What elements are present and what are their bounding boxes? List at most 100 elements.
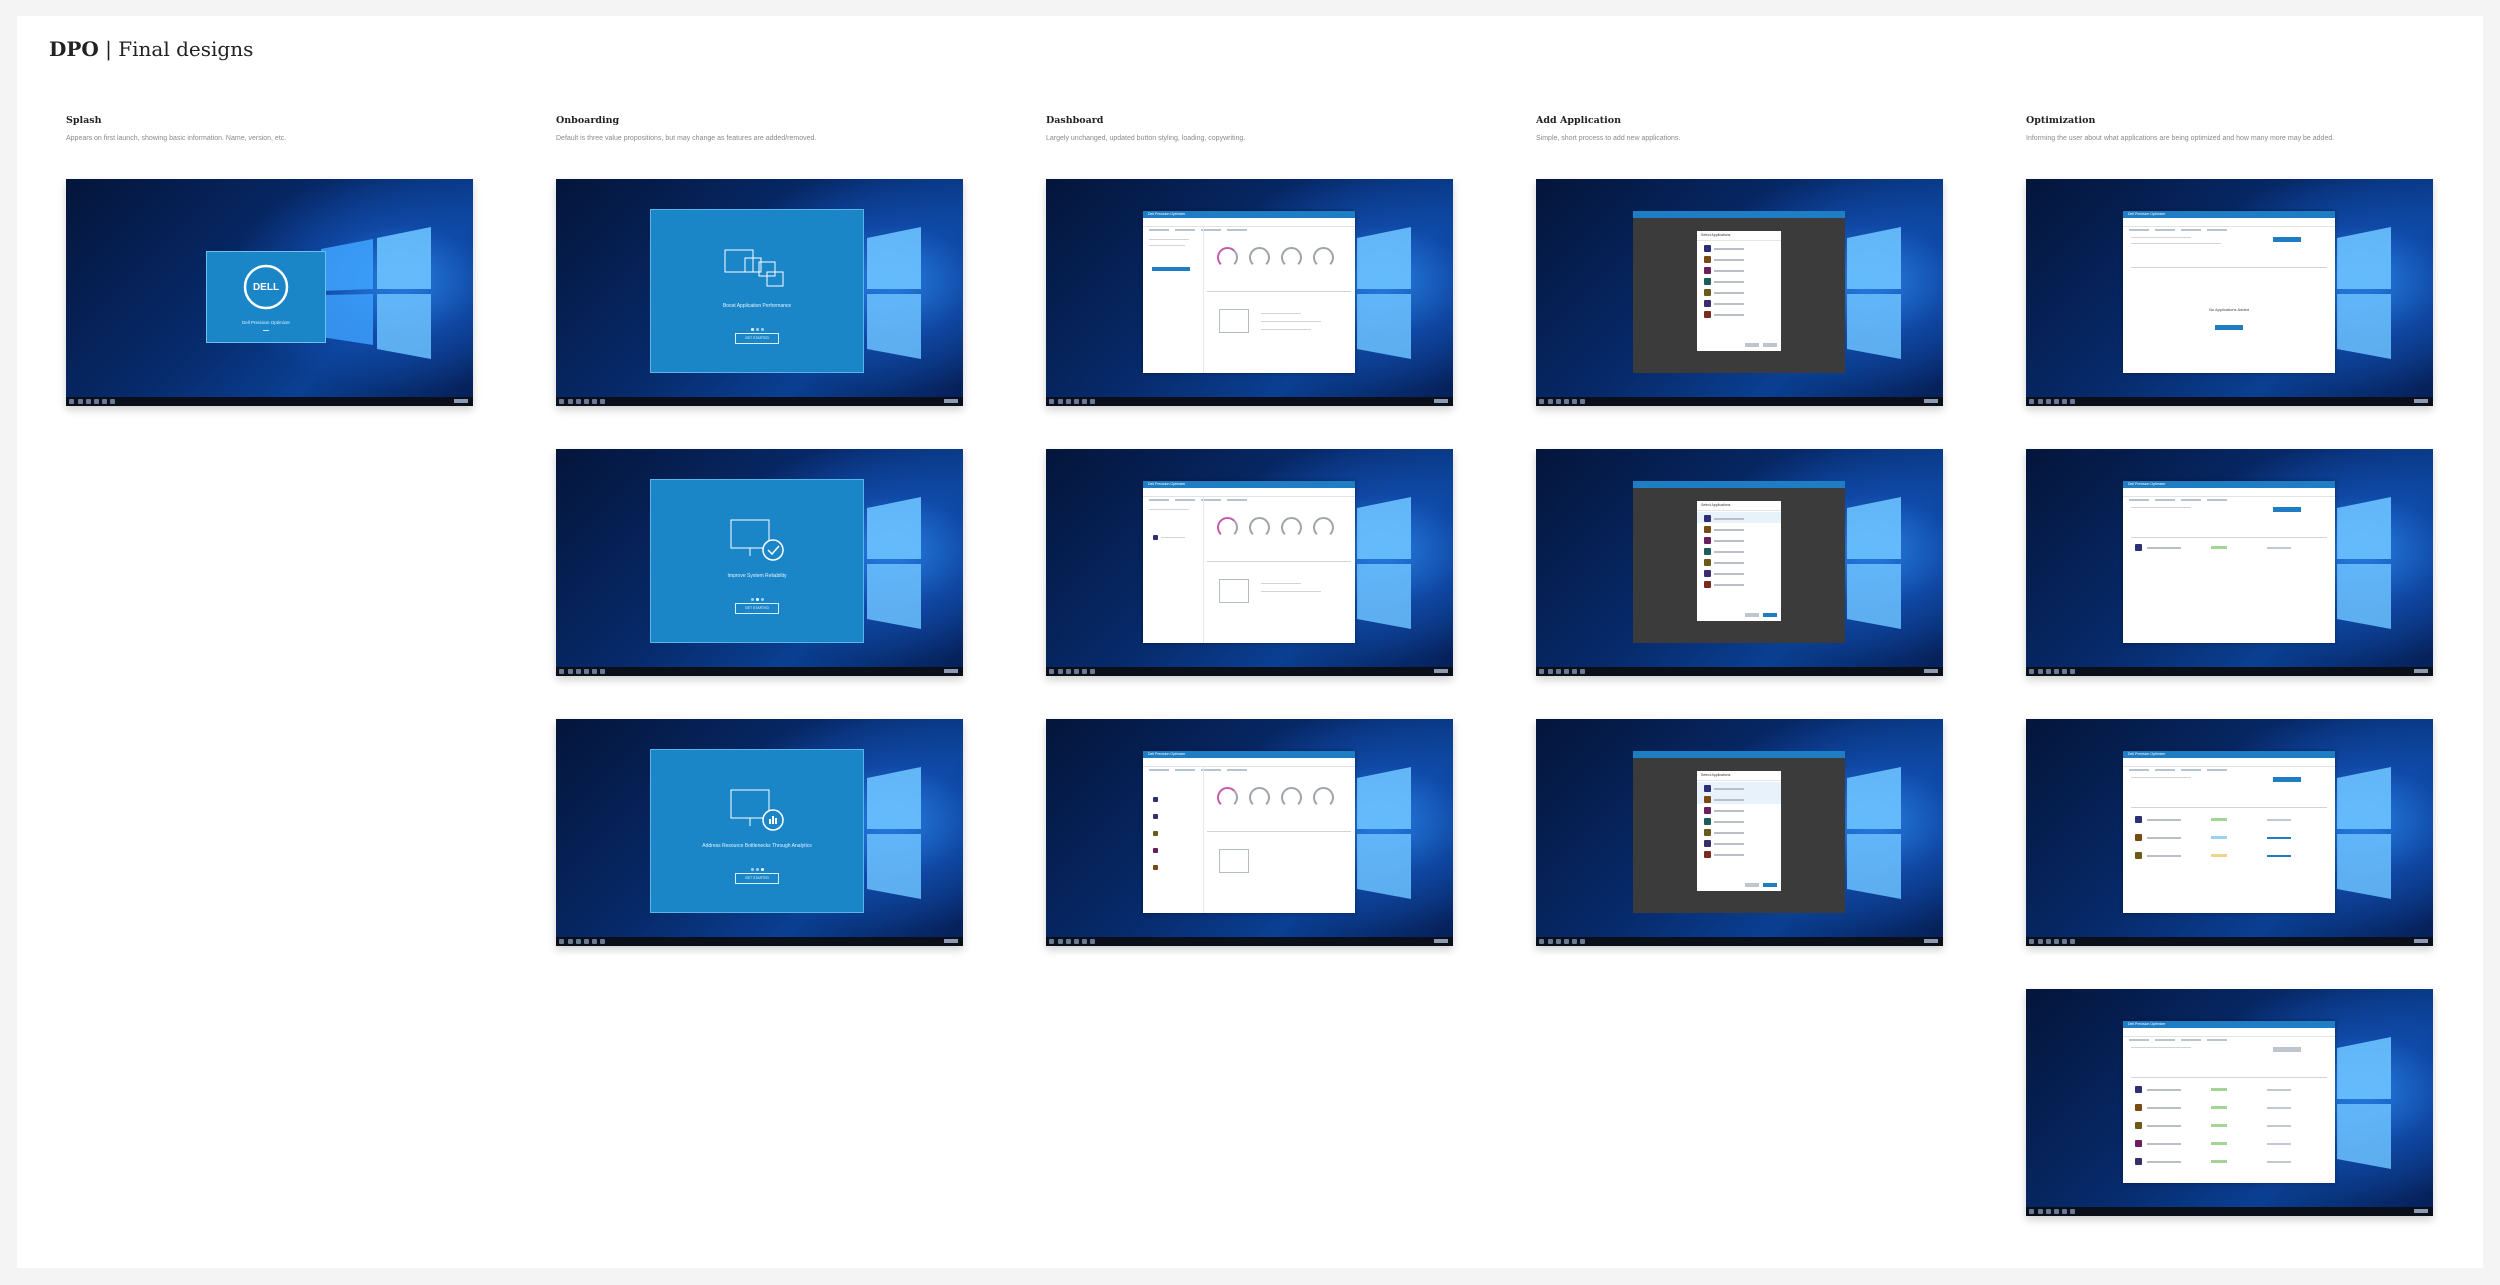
dpo-window: Dell Precision Optimizer [1143,211,1355,373]
add-applications-cta[interactable] [2215,325,2243,330]
windows-logo [321,227,431,359]
tab-bar[interactable] [2123,1028,2335,1041]
tab-bar[interactable] [1143,218,1355,231]
cpu-gauge [1217,787,1238,808]
memory-gauge [1313,787,1334,808]
taskbar [556,667,963,676]
add-application-screenshot-3: Select Applications [1536,719,1943,946]
optimization-screenshot-3: Dell Precision Optimizer [2026,719,2433,946]
table-row[interactable] [2131,541,2327,553]
window-title: Dell Precision Optimizer [2123,481,2335,488]
dell-logo-text: DELL [252,282,280,293]
add-application-button[interactable] [2273,507,2301,512]
app-icon[interactable] [1153,814,1158,819]
splash-screenshot: DELL Dell Precision Optimizer [66,179,473,406]
add-application-screenshot-1: Select Applications [1536,179,1943,406]
optimization-screenshot-4: Dell Precision Optimizer [2026,989,2433,1216]
tab-bar[interactable] [2123,488,2335,501]
add-application-button[interactable] [2273,237,2301,242]
table-row[interactable] [2131,1101,2327,1113]
table-row[interactable] [2131,1137,2327,1149]
dashboard-screenshot-1: Dell Precision Optimizer [1046,179,1453,406]
window-title: Dell Precision Optimizer [2123,1021,2335,1028]
select-applications-dialog: Select Applications [1697,501,1781,621]
system-image-icon [1219,849,1249,873]
taskbar [1536,397,1943,406]
taskbar [1536,937,1943,946]
onboarding-card: Boost Application Performance GET STARTE… [650,209,864,373]
dialog-title: Select Applications [1697,231,1781,241]
monitor-chart-icon [730,789,784,831]
taskbar [2026,667,2433,676]
table-row[interactable] [2131,1155,2327,1167]
add-application-button[interactable] [2273,777,2301,782]
window-title: Dell Precision Optimizer [1143,751,1355,758]
column-description-onboarding: Default is three value propositions, but… [556,135,817,142]
add-button[interactable] [1763,343,1777,347]
app-windows-icon [724,249,784,287]
column-heading-splash: Splash [66,115,102,126]
optimization-screenshot-2: Dell Precision Optimizer [2026,449,2433,676]
onboarding-caption: Improve System Reliability [727,573,787,579]
table-row[interactable] [2131,849,2327,861]
get-started-button[interactable]: GET STARTED [735,873,779,884]
application-list[interactable] [1697,512,1781,589]
table-row[interactable] [2131,831,2327,843]
cancel-button[interactable] [1745,343,1759,347]
splash-product-name: Dell Precision Optimizer [241,320,290,325]
system-image-icon [1219,309,1249,333]
taskbar [1046,397,1453,406]
taskbar [556,397,963,406]
tab-bar[interactable] [2123,758,2335,771]
taskbar [1046,667,1453,676]
app-icon[interactable] [1153,848,1158,853]
storage-gauge [1281,247,1302,268]
splash-card: DELL Dell Precision Optimizer [206,251,326,343]
app-icon[interactable] [1153,797,1158,802]
add-application-button[interactable] [1152,267,1190,271]
window-title: Dell Precision Optimizer [1143,211,1355,218]
app-icon[interactable] [1153,535,1158,540]
add-application-button[interactable] [2273,1047,2301,1052]
taskbar [556,937,963,946]
get-started-button[interactable]: GET STARTED [735,333,779,344]
dialog-title: Select Applications [1697,501,1781,511]
sidebar [1143,497,1204,643]
table-row[interactable] [2131,813,2327,825]
add-button[interactable] [1763,613,1777,617]
cancel-button[interactable] [1745,883,1759,887]
window-title: Dell Precision Optimizer [1143,481,1355,488]
cpu-gauge [1217,517,1238,538]
taskbar [2026,937,2433,946]
column-heading-dashboard: Dashboard [1046,115,1104,126]
taskbar [2026,397,2433,406]
onboarding-caption: Address Resource Bottlenecks Through Ana… [702,843,812,849]
onboarding-screenshot-2: Improve System Reliability GET STARTED [556,449,963,676]
tab-bar[interactable] [1143,488,1355,501]
dpo-window: Dell Precision Optimizer No Applications… [2123,211,2335,373]
splash-loader [263,330,269,331]
graphics-gauge [1249,787,1270,808]
dimmed-window: Select Applications [1633,481,1845,643]
taskbar [1536,667,1943,676]
cancel-button[interactable] [1745,613,1759,617]
tab-bar[interactable] [2123,218,2335,231]
dpo-window: Dell Precision Optimizer [2123,481,2335,643]
get-started-button[interactable]: GET STARTED [735,603,779,614]
tab-bar[interactable] [1143,758,1355,771]
taskbar [1046,937,1453,946]
app-icon[interactable] [1153,831,1158,836]
dpo-window: Dell Precision Optimizer [2123,1021,2335,1183]
application-list[interactable] [1697,242,1781,319]
sidebar [1143,767,1204,913]
onboarding-card: Improve System Reliability GET STARTED [650,479,864,643]
application-list[interactable] [1697,782,1781,859]
add-button[interactable] [1763,883,1777,887]
app-icon[interactable] [1153,865,1158,870]
column-description-dashboard: Largely unchanged, updated button stylin… [1046,135,1246,142]
dashboard-screenshot-2: Dell Precision Optimizer [1046,449,1453,676]
storage-gauge [1281,787,1302,808]
dashboard-screenshot-3: Dell Precision Optimizer [1046,719,1453,946]
table-row[interactable] [2131,1119,2327,1131]
table-row[interactable] [2131,1083,2327,1095]
